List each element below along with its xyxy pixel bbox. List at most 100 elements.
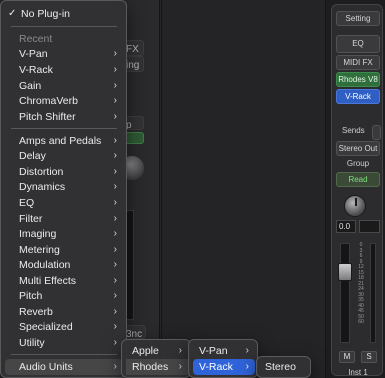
menu-item-recent-gain[interactable]: Gain ›: [5, 78, 123, 94]
eq-display[interactable]: EQ: [336, 35, 380, 53]
menu-item-label: No Plug-in: [21, 8, 71, 20]
menu-item-label: Dynamics: [19, 181, 66, 193]
menu-item-delay[interactable]: Delay ›: [5, 148, 123, 164]
menu-item-no-plugin[interactable]: ✓ No Plug-in: [5, 6, 123, 22]
menu-item-multi-effects[interactable]: Multi Effects ›: [5, 273, 123, 289]
menu-separator: [11, 26, 117, 27]
menu-item-label: Rhodes: [132, 361, 169, 373]
plugin-menu: ✓ No Plug-in Recent V-Pan › V-Rack › Gain ›…: [0, 0, 127, 378]
menu-separator: [11, 128, 117, 129]
menu-item-metering[interactable]: Metering ›: [5, 242, 123, 258]
menu-item-label: Audio Units: [19, 361, 73, 373]
automation-mode-button[interactable]: Read: [336, 172, 380, 187]
chevron-right-icon: ›: [245, 361, 249, 372]
menu-item-label: Pitch: [19, 290, 43, 302]
menu-item-distortion[interactable]: Distortion ›: [5, 164, 123, 180]
instrument-slot[interactable]: Rhodes V8: [336, 72, 380, 87]
menu-item-modulation[interactable]: Modulation ›: [5, 257, 123, 273]
chevron-right-icon: ›: [113, 228, 117, 239]
recent-header: Recent: [19, 33, 53, 45]
level-meter: [370, 243, 376, 343]
chevron-right-icon: ›: [113, 321, 117, 332]
menu-item-label: ChromaVerb: [19, 95, 78, 107]
chevron-right-icon: ›: [178, 345, 182, 356]
menu-item-pitch[interactable]: Pitch ›: [5, 288, 123, 304]
chevron-right-icon: ›: [113, 275, 117, 286]
menu-item-label: V-Pan: [199, 345, 228, 357]
menu-item-eq[interactable]: EQ ›: [5, 195, 123, 211]
chevron-right-icon: ›: [113, 111, 117, 122]
volume-fader-handle[interactable]: [338, 263, 352, 281]
menu-item-v-rack[interactable]: V-Rack ›: [193, 359, 255, 375]
menu-item-recent-pitch-shifter[interactable]: Pitch Shifter ›: [5, 109, 123, 125]
chevron-right-icon: ›: [113, 64, 117, 75]
menu-item-label: Utility: [19, 337, 45, 349]
menu-item-label: Modulation: [19, 259, 71, 271]
menu-item-label: Filter: [19, 213, 43, 225]
menu-item-apple[interactable]: Apple ›: [126, 343, 188, 359]
menu-separator: [11, 354, 117, 355]
setting-button[interactable]: Setting: [336, 11, 380, 26]
menu-item-filter[interactable]: Filter ›: [5, 211, 123, 227]
menu-item-v-pan[interactable]: V-Pan ›: [193, 343, 255, 359]
menu-item-utility[interactable]: Utility ›: [5, 335, 123, 351]
menu-item-reverb[interactable]: Reverb ›: [5, 304, 123, 320]
mute-button[interactable]: M: [339, 351, 355, 363]
chevron-right-icon: ›: [113, 48, 117, 59]
menu-item-specialized[interactable]: Specialized ›: [5, 319, 123, 335]
chevron-right-icon: ›: [113, 197, 117, 208]
pan-knob[interactable]: [344, 195, 366, 217]
menu-item-recent-v-pan[interactable]: V-Pan ›: [5, 46, 123, 62]
chevron-right-icon: ›: [178, 361, 182, 372]
volume-value[interactable]: 0.0: [336, 220, 356, 233]
menu-item-label: V-Rack: [19, 64, 53, 76]
menu-item-label: Multi Effects: [19, 275, 76, 287]
menu-item-stereo[interactable]: Stereo: [261, 359, 308, 375]
menu-item-label: Imaging: [19, 228, 57, 240]
chevron-right-icon: ›: [113, 337, 117, 348]
menu-item-audio-units[interactable]: Audio Units ›: [5, 359, 123, 375]
peak-value: [359, 220, 380, 233]
menu-item-label: V-Pan: [19, 48, 48, 60]
channel-format-submenu: Stereo: [256, 356, 311, 378]
chevron-right-icon: ›: [113, 80, 117, 91]
menu-item-imaging[interactable]: Imaging ›: [5, 226, 123, 242]
menu-item-label: Apple: [132, 345, 159, 357]
menu-item-label: Pitch Shifter: [19, 111, 76, 123]
chevron-right-icon: ›: [113, 213, 117, 224]
chevron-right-icon: ›: [113, 290, 117, 301]
chevron-right-icon: ›: [113, 306, 117, 317]
audio-fx-slot[interactable]: V-Rack: [336, 89, 380, 104]
chevron-right-icon: ›: [113, 166, 117, 177]
chevron-right-icon: ›: [113, 181, 117, 192]
track-name: Inst 1: [348, 368, 368, 377]
menu-item-recent-v-rack[interactable]: V-Rack ›: [5, 62, 123, 78]
menu-item-amps-and-pedals[interactable]: Amps and Pedals ›: [5, 133, 123, 149]
sends-slot[interactable]: [372, 125, 381, 140]
output-button[interactable]: Stereo Out: [336, 141, 380, 156]
chevron-right-icon: ›: [113, 95, 117, 106]
group-label[interactable]: Group: [336, 159, 380, 168]
menu-item-recent-chromaverb[interactable]: ChromaVerb ›: [5, 93, 123, 109]
menu-item-label: Specialized: [19, 321, 73, 333]
vendor-submenu: Apple › Rhodes ›: [121, 339, 191, 378]
inspector-channel-strip: Setting EQ MIDI FX Rhodes V8 V-Rack Send…: [331, 4, 383, 377]
product-submenu: V-Pan › V-Rack ›: [188, 339, 258, 378]
menu-item-rhodes[interactable]: Rhodes ›: [126, 359, 188, 375]
chevron-right-icon: ›: [245, 345, 249, 356]
chevron-right-icon: ›: [113, 135, 117, 146]
menu-item-label: EQ: [19, 197, 35, 209]
channel-strip-background-2: [161, 0, 326, 378]
chevron-right-icon: ›: [113, 361, 117, 372]
menu-item-label: Metering: [19, 244, 60, 256]
menu-item-label: Gain: [19, 80, 42, 92]
checkmark-icon: ✓: [8, 8, 17, 19]
menu-item-dynamics[interactable]: Dynamics ›: [5, 179, 123, 195]
volume-fader-track[interactable]: [340, 243, 350, 343]
meter-tick: 60: [358, 319, 364, 325]
chevron-right-icon: ›: [113, 259, 117, 270]
midi-fx-slot[interactable]: MIDI FX: [336, 55, 380, 70]
solo-button[interactable]: S: [361, 351, 377, 363]
chevron-right-icon: ›: [113, 150, 117, 161]
meter-scale: 0 3 6 9 12 15 18 21 24 30 35 40 45 50 60: [354, 242, 368, 343]
